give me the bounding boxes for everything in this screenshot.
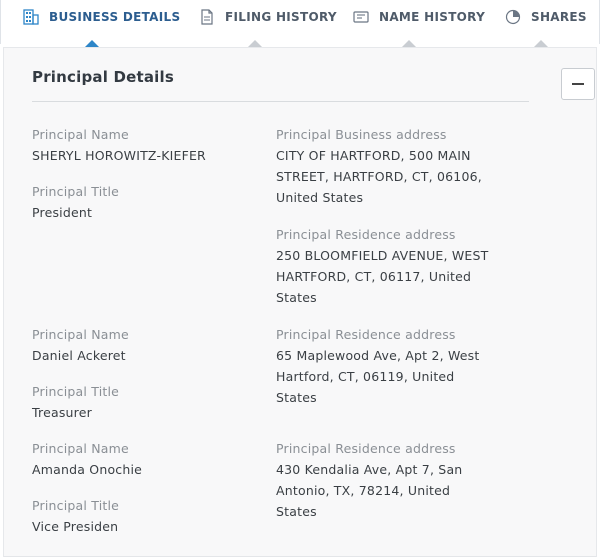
residence-address-value: 250 BLOOMFIELD AVENUE, WEST HARTFORD, CT… (276, 248, 489, 305)
residence-address-label: Principal Residence address (276, 327, 456, 342)
business-address-field: Principal Business address CITY OF HARTF… (276, 124, 491, 208)
building-icon (23, 9, 39, 25)
principal-name-value: Daniel Ackeret (32, 348, 126, 363)
section-title: Principal Details (32, 68, 174, 86)
principal-title-value: Treasurer (32, 405, 92, 420)
residence-address-field: Principal Residence address 430 Kendalia… (276, 438, 491, 522)
principal-name-value: Amanda Onochie (32, 462, 143, 477)
residence-address-field: Principal Residence address 250 BLOOMFIE… (276, 224, 491, 308)
tab-indicator (248, 40, 262, 47)
tab-indicator (534, 40, 548, 47)
residence-address-field: Principal Residence address 65 Maplewood… (276, 324, 491, 408)
tab-label: SHARES (531, 10, 587, 24)
principal-name-label: Principal Name (32, 327, 129, 342)
residence-address-label: Principal Residence address (276, 441, 456, 456)
principal-title-label: Principal Title (32, 384, 120, 399)
principal-name-value: SHERYL HOROWITZ-KIEFER (32, 148, 206, 163)
minus-icon (572, 83, 584, 85)
tab-indicator (402, 40, 416, 47)
principal-title-field: Principal Title Vice Presiden (32, 495, 119, 537)
principal-name-field: Principal Name SHERYL HOROWITZ-KIEFER (32, 124, 206, 166)
principal-details-panel: Principal Details Principal Name SHERYL … (3, 47, 597, 557)
tab-bar: BUSINESS DETAILS FILING HISTORY NAME HIS… (0, 0, 600, 47)
pie-chart-icon (505, 9, 521, 25)
tab-label: NAME HISTORY (379, 10, 486, 24)
active-tab-indicator (85, 40, 99, 47)
principal-title-field: Principal Title President (32, 181, 119, 223)
tab-shares[interactable]: SHARES (505, 0, 587, 34)
principal-name-label: Principal Name (32, 441, 129, 456)
residence-address-label: Principal Residence address (276, 227, 456, 242)
tab-label: FILING HISTORY (225, 10, 337, 24)
divider (32, 101, 529, 102)
principal-title-label: Principal Title (32, 184, 120, 199)
principal-title-value: President (32, 205, 93, 220)
tab-name-history[interactable]: NAME HISTORY (353, 0, 485, 34)
principal-title-field: Principal Title Treasurer (32, 381, 119, 423)
tab-label: BUSINESS DETAILS (49, 10, 181, 24)
residence-address-value: 65 Maplewood Ave, Apt 2, West Hartford, … (276, 348, 480, 405)
principal-name-field: Principal Name Amanda Onochie (32, 438, 142, 480)
tab-business-details[interactable]: BUSINESS DETAILS (23, 0, 180, 34)
principal-name-label: Principal Name (32, 127, 129, 142)
principal-title-label: Principal Title (32, 498, 120, 513)
business-address-label: Principal Business address (276, 127, 447, 142)
residence-address-value: 430 Kendalia Ave, Apt 7, San Antonio, TX… (276, 462, 463, 519)
business-address-value: CITY OF HARTFORD, 500 MAIN STREET, HARTF… (276, 148, 482, 205)
principal-name-field: Principal Name Daniel Ackeret (32, 324, 129, 366)
principal-title-value: Vice Presiden (32, 519, 119, 534)
document-icon (199, 9, 215, 25)
id-card-icon (353, 9, 369, 25)
collapse-button[interactable] (561, 68, 595, 100)
tab-filing-history[interactable]: FILING HISTORY (199, 0, 337, 34)
